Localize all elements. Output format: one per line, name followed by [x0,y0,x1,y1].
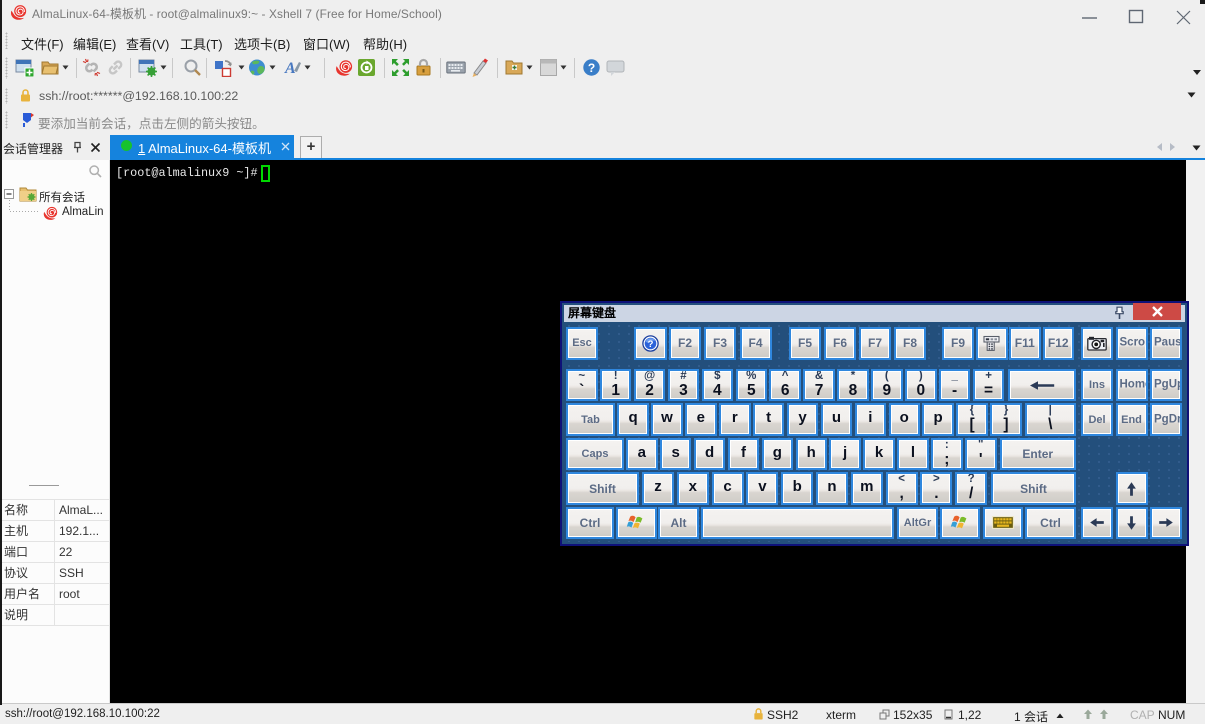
svg-text:A: A [284,60,296,77]
svg-text:?: ? [647,339,653,350]
svg-text:?: ? [588,61,595,75]
